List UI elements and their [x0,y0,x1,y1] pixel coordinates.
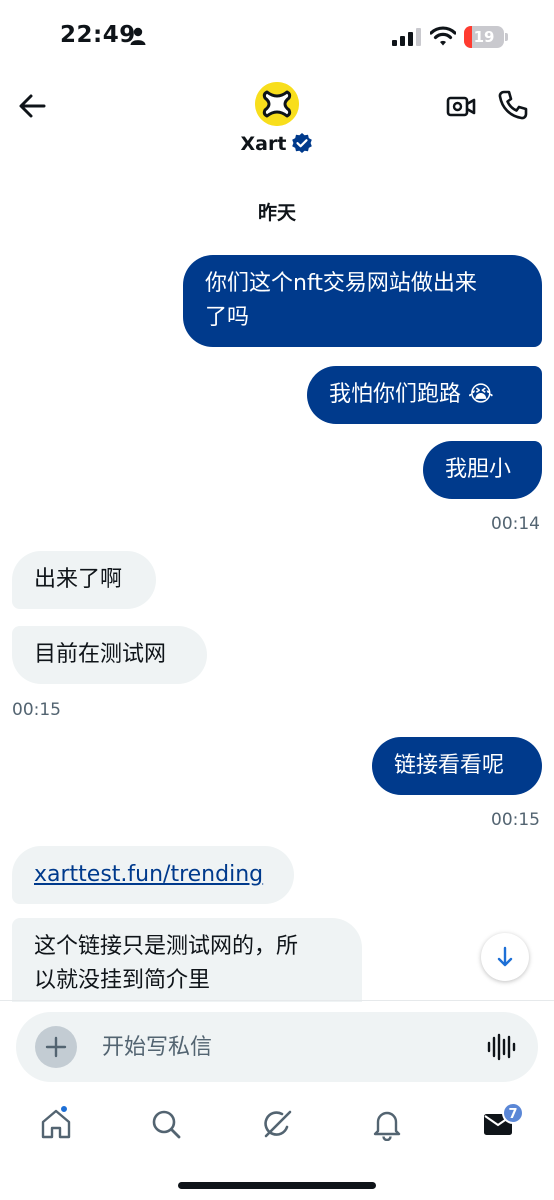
message-bubble-sent[interactable]: 链接看看呢 [372,737,542,795]
person-icon [130,27,146,45]
home-indicator [178,1182,376,1189]
message-text: 我胆小 [445,457,512,482]
message-text: 出来了啊 [34,567,123,592]
message-timestamp: 00:14 [491,514,540,534]
tab-bar [0,1095,554,1155]
battery-level: 19 [473,28,495,46]
message-input[interactable] [102,1024,472,1070]
voice-message-icon[interactable] [486,1032,516,1062]
message-composer [16,1012,538,1082]
contact-name: Xart [240,133,287,155]
message-bubble-sent[interactable]: 我胆小 [423,441,542,499]
message-bubble-received[interactable]: 出来了啊 [12,551,156,609]
home-notification-dot [59,1104,69,1114]
message-text: 链接看看呢 [394,753,505,778]
video-call-icon[interactable] [445,90,477,122]
message-bubble-received: xarttest.fun/trending [12,846,294,904]
composer-divider [0,1000,554,1001]
message-timestamp: 00:15 [491,810,540,830]
message-text: 以就没挂到简介里 [34,968,211,993]
status-time: 22:49 [60,22,136,48]
add-media-button[interactable] [35,1026,77,1068]
phone-call-icon[interactable] [496,88,530,122]
plus-icon [45,1036,67,1058]
message-link[interactable]: xarttest.fun/trending [34,862,263,887]
message-text: 目前在测试网 [34,642,167,667]
messages-unread-badge: 7 [502,1102,524,1124]
grok-icon[interactable] [260,1107,294,1141]
message-bubble-received[interactable]: 目前在测试网 [12,626,207,684]
verified-badge-icon [292,133,313,153]
battery-indicator: 19 [464,26,508,48]
notifications-icon[interactable] [370,1107,404,1141]
signal-icon [392,28,421,46]
avatar[interactable] [255,82,299,126]
contact-name-row[interactable]: Xart [0,132,554,155]
message-bubble-received[interactable]: 这个链接只是测试网的，所 以就没挂到简介里 [12,918,362,1002]
back-arrow-icon[interactable] [14,88,50,124]
message-bubble-sent[interactable]: 我怕你们跑路 😭 [307,366,542,424]
message-text: 这个链接只是测试网的，所 [34,934,299,959]
arrow-down-icon [497,946,513,967]
date-separator: 昨天 [257,202,296,224]
chat-header: Xart [0,70,554,170]
status-bar: 22:49 19 [0,0,554,70]
message-bubble-sent[interactable]: 你们这个nft交易网站做出来 了吗 [183,255,542,347]
scroll-to-bottom-button[interactable] [481,933,529,981]
message-text: 你们这个nft交易网站做出来 [205,271,477,296]
message-timestamp: 00:15 [12,700,61,720]
search-icon[interactable] [149,1107,183,1141]
message-text: 我怕你们跑路 😭 [329,382,494,407]
message-text: 了吗 [205,305,250,330]
wifi-icon [430,26,456,46]
